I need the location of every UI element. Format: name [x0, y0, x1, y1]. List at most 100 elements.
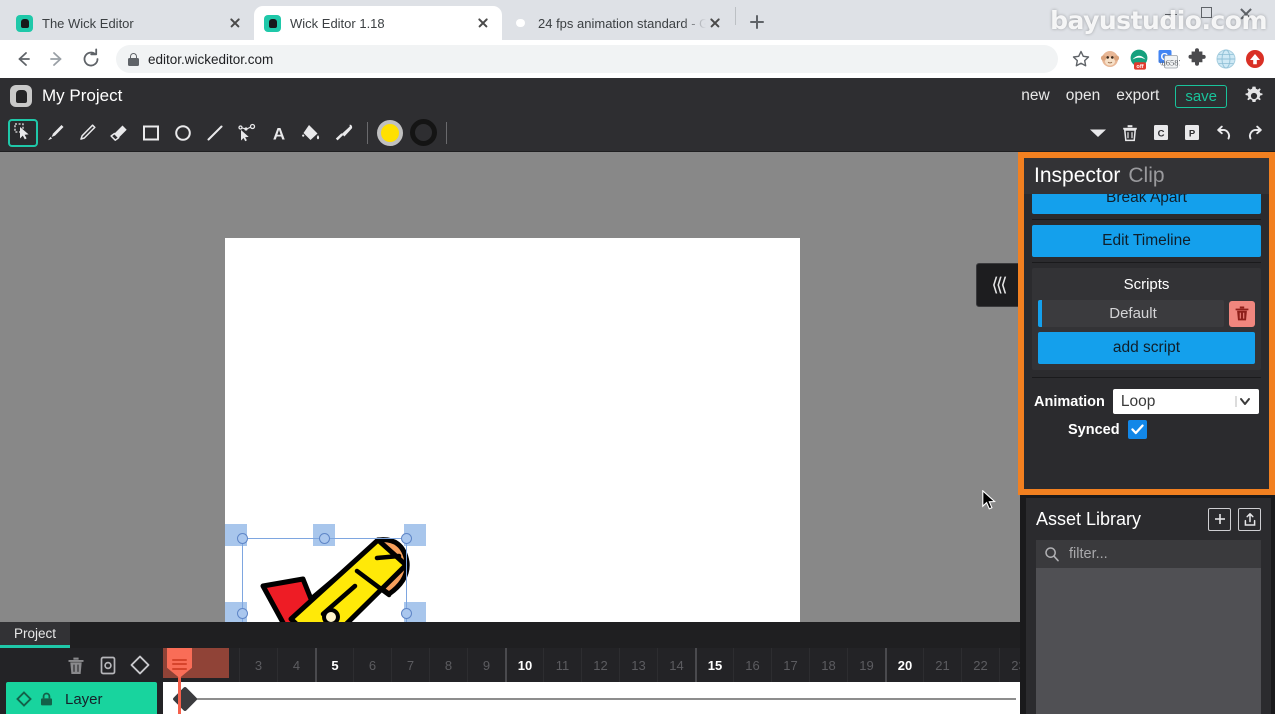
frame-tick[interactable]: 6	[353, 648, 391, 682]
collapse-panel-button[interactable]: ⟨⟨⟨	[976, 263, 1020, 307]
synced-checkbox[interactable]	[1127, 420, 1147, 439]
google-translate-icon[interactable]: G\u6587	[1156, 47, 1180, 71]
resize-handle-ne[interactable]	[401, 533, 412, 544]
fill-color-swatch[interactable]	[377, 119, 403, 146]
trash-icon[interactable]	[1229, 300, 1255, 327]
timeline-frame-strip[interactable]	[163, 682, 1020, 714]
omnibox-bar: editor.wickeditor.com off G\u6587	[0, 40, 1275, 78]
keyframe-marker[interactable]	[172, 686, 198, 712]
asset-filter-input[interactable]: filter...	[1036, 540, 1261, 568]
trash-icon[interactable]	[1121, 123, 1139, 142]
monkey-extension-icon[interactable]	[1098, 47, 1122, 71]
frame-tick[interactable]: 19	[847, 648, 885, 682]
open-button[interactable]: open	[1066, 87, 1100, 105]
window-close-icon[interactable]	[1239, 7, 1253, 21]
stroke-color-swatch[interactable]	[410, 119, 437, 146]
pencil-tool[interactable]	[72, 119, 102, 147]
frame-tick[interactable]: 23	[999, 648, 1020, 682]
add-script-button[interactable]: add script	[1038, 332, 1255, 364]
frame-tick[interactable]: 5	[315, 648, 353, 682]
search-icon	[1044, 546, 1060, 562]
frame-tick[interactable]: 16	[733, 648, 771, 682]
new-tab-button[interactable]	[743, 8, 771, 36]
fill-bucket-tool[interactable]	[296, 119, 326, 147]
close-icon[interactable]	[706, 14, 724, 32]
browser-tab-1[interactable]: The Wick Editor	[6, 6, 254, 40]
add-keyframe-icon[interactable]	[129, 654, 151, 676]
frame-tick[interactable]: 14	[657, 648, 695, 682]
frame-tick[interactable]: 3	[239, 648, 277, 682]
edit-timeline-button[interactable]: Edit Timeline	[1032, 225, 1261, 257]
timeline-frames-area[interactable]: 1 2 3 4 5 6 7 8 9 10 11 12 13 14 15 16 1	[163, 648, 1020, 714]
canvas-workspace[interactable]: ⟨⟨⟨	[0, 152, 1020, 622]
forward-icon[interactable]	[42, 44, 72, 74]
window-maximize-icon[interactable]	[1201, 7, 1212, 18]
frame-tick[interactable]: 8	[429, 648, 467, 682]
project-title[interactable]: My Project	[42, 86, 122, 106]
close-icon[interactable]	[226, 14, 244, 32]
undo-icon[interactable]	[1214, 123, 1233, 142]
frame-tick[interactable]: 20	[885, 648, 923, 682]
lock-icon[interactable]	[39, 692, 54, 707]
chevron-down-icon[interactable]	[1088, 126, 1108, 140]
tab-project[interactable]: Project	[0, 622, 71, 648]
resize-handle-w[interactable]	[237, 608, 248, 619]
updates-icon[interactable]	[1243, 47, 1267, 71]
cursor-tool[interactable]	[8, 118, 38, 147]
gear-icon[interactable]	[1243, 85, 1265, 107]
upload-icon[interactable]	[1238, 507, 1261, 531]
star-icon[interactable]	[1069, 47, 1093, 71]
animation-select[interactable]: Loop	[1112, 389, 1259, 414]
line-tool[interactable]	[200, 119, 230, 147]
resize-handle-e[interactable]	[401, 608, 412, 619]
address-bar[interactable]: editor.wickeditor.com	[116, 45, 1058, 73]
frame-tick[interactable]: 18	[809, 648, 847, 682]
new-button[interactable]: new	[1021, 87, 1049, 105]
frame-tick[interactable]: 21	[923, 648, 961, 682]
browser-tab-2[interactable]: Wick Editor 1.18	[254, 6, 502, 40]
frame-tick[interactable]: 12	[581, 648, 619, 682]
text-tool[interactable]: A	[264, 119, 294, 147]
timeline-ruler[interactable]: 1 2 3 4 5 6 7 8 9 10 11 12 13 14 15 16 1	[163, 648, 1020, 682]
export-button[interactable]: export	[1116, 87, 1159, 105]
frame-tick[interactable]: 10	[505, 648, 543, 682]
eraser-tool[interactable]	[104, 119, 134, 147]
asset-list[interactable]	[1036, 568, 1261, 714]
globe-extension-icon[interactable]	[1214, 47, 1238, 71]
resize-handle-n[interactable]	[319, 533, 330, 544]
paste-icon[interactable]: P	[1183, 123, 1201, 142]
frame-tick[interactable]: 4	[277, 648, 315, 682]
playhead[interactable]	[163, 648, 229, 714]
window-minimize-icon[interactable]	[1165, 7, 1177, 15]
copy-frame-icon[interactable]	[97, 654, 119, 676]
frame-tick[interactable]: 7	[391, 648, 429, 682]
resize-handle-nw[interactable]	[237, 533, 248, 544]
frame-tick[interactable]: 15	[695, 648, 733, 682]
save-button[interactable]: save	[1175, 84, 1227, 108]
back-icon[interactable]	[8, 44, 38, 74]
frame-tick[interactable]: 17	[771, 648, 809, 682]
plus-icon[interactable]	[1208, 507, 1231, 531]
break-apart-button[interactable]: Break Apart	[1032, 194, 1261, 214]
delete-frame-icon[interactable]	[65, 654, 87, 676]
puzzle-extensions-icon[interactable]	[1185, 47, 1209, 71]
frame-tick[interactable]: 22	[961, 648, 999, 682]
eyedropper-tool[interactable]	[328, 119, 358, 147]
close-icon[interactable]	[474, 14, 492, 32]
browser-tab-3[interactable]: 24 fps animation standard - Goo	[502, 6, 734, 40]
frame-tick[interactable]: 9	[467, 648, 505, 682]
adblock-off-icon[interactable]: off	[1127, 47, 1151, 71]
redo-icon[interactable]	[1246, 123, 1265, 142]
timeline-layer-row[interactable]: Layer	[6, 682, 157, 714]
frame-tick[interactable]: 13	[619, 648, 657, 682]
copy-icon[interactable]: C	[1152, 123, 1170, 142]
onion-diamond-icon[interactable]	[16, 691, 32, 707]
brush-tool[interactable]	[40, 119, 70, 147]
ellipse-tool[interactable]	[168, 119, 198, 147]
script-item-default[interactable]: Default	[1038, 300, 1224, 327]
rectangle-tool[interactable]	[136, 119, 166, 147]
path-cursor-tool[interactable]	[232, 119, 262, 147]
wick-logo-icon	[10, 85, 32, 107]
reload-icon[interactable]	[76, 44, 106, 74]
frame-tick[interactable]: 11	[543, 648, 581, 682]
